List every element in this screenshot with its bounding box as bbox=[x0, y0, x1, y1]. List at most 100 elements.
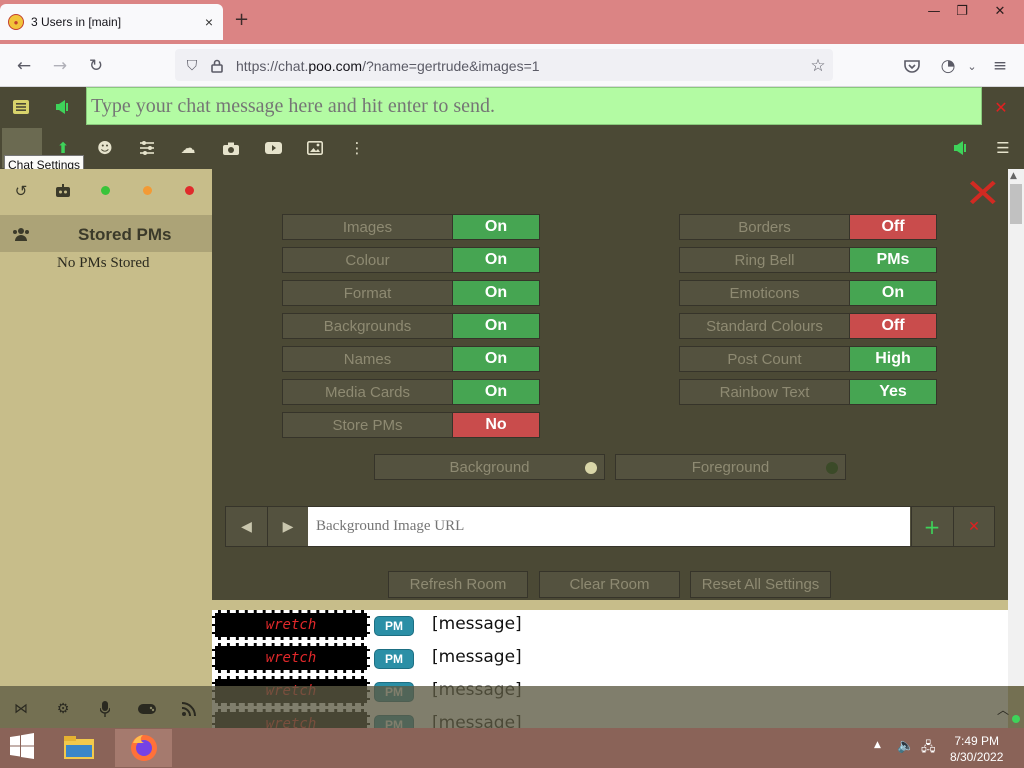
shield-icon[interactable]: ⛉ bbox=[180, 54, 204, 78]
status-orange-dot[interactable] bbox=[143, 186, 152, 195]
camera-icon[interactable] bbox=[220, 137, 242, 159]
setting-label: Rainbow Text bbox=[680, 380, 850, 404]
background-color-button[interactable]: Background bbox=[374, 454, 605, 480]
setting-toggle[interactable]: On bbox=[453, 380, 539, 404]
status-red-dot[interactable] bbox=[185, 186, 194, 195]
setting-toggle[interactable]: Yes bbox=[850, 380, 936, 404]
rss-icon[interactable] bbox=[178, 698, 200, 720]
clear-input-icon[interactable]: ✕ bbox=[990, 96, 1012, 118]
history-icon[interactable]: ↺ bbox=[10, 180, 32, 202]
lock-icon[interactable] bbox=[205, 54, 229, 78]
cloud-upload-icon[interactable]: ☁ bbox=[177, 137, 199, 159]
clock-time: 7:49 PM bbox=[954, 734, 1000, 748]
scrollbar[interactable] bbox=[1008, 169, 1024, 686]
hamburger-menu-icon[interactable]: ☰ bbox=[992, 137, 1014, 159]
next-background-button[interactable]: ▶ bbox=[267, 507, 308, 546]
remove-background-button[interactable]: ✕ bbox=[953, 507, 994, 546]
reload-icon[interactable]: ↻ bbox=[84, 54, 108, 78]
back-icon[interactable]: ← bbox=[12, 54, 36, 78]
gear-icon[interactable]: ⚙ bbox=[52, 698, 74, 720]
setting-row[interactable]: Post Count High bbox=[679, 346, 937, 372]
background-color-label: Background bbox=[449, 458, 530, 476]
setting-row[interactable]: Rainbow Text Yes bbox=[679, 379, 937, 405]
pocket-icon[interactable] bbox=[900, 54, 924, 78]
status-green-dot[interactable] bbox=[101, 186, 110, 195]
setting-row[interactable]: Names On bbox=[282, 346, 540, 372]
scroll-up-icon[interactable]: ▲ bbox=[1010, 171, 1017, 181]
setting-toggle[interactable]: On bbox=[453, 248, 539, 272]
message-username[interactable]: wretch bbox=[212, 643, 370, 673]
foreground-color-button[interactable]: Foreground bbox=[615, 454, 846, 480]
setting-row[interactable]: Store PMs No bbox=[282, 412, 540, 438]
setting-row[interactable]: Ring Bell PMs bbox=[679, 247, 937, 273]
clear-room-button[interactable]: Clear Room bbox=[539, 571, 680, 598]
setting-toggle[interactable]: PMs bbox=[850, 248, 936, 272]
share-icon[interactable]: ⋈ bbox=[10, 698, 32, 720]
empty-pms-text: No PMs Stored bbox=[57, 255, 150, 271]
forward-icon[interactable]: → bbox=[48, 54, 72, 78]
tab-close-icon[interactable]: × bbox=[203, 14, 215, 30]
microphone-icon[interactable] bbox=[94, 698, 116, 720]
setting-toggle[interactable]: Off bbox=[850, 314, 936, 338]
browser-tab[interactable]: ● 3 Users in [main] × bbox=[0, 4, 223, 40]
setting-row[interactable]: Borders Off bbox=[679, 214, 937, 240]
tray-chevron-icon[interactable]: ▲ bbox=[874, 740, 881, 750]
add-background-button[interactable]: + bbox=[911, 507, 952, 546]
sound-icon[interactable] bbox=[950, 137, 972, 159]
volume-muted-icon[interactable]: 🔈 bbox=[897, 738, 914, 754]
windows-start-icon[interactable] bbox=[8, 733, 44, 763]
restore-button[interactable]: ❐ bbox=[944, 0, 980, 22]
bell-icon[interactable] bbox=[52, 96, 74, 118]
setting-toggle[interactable]: On bbox=[453, 215, 539, 239]
sliders-icon[interactable] bbox=[136, 137, 158, 159]
more-vertical-icon[interactable]: ⋮ bbox=[346, 137, 368, 159]
setting-row[interactable]: Colour On bbox=[282, 247, 540, 273]
setting-label: Format bbox=[283, 281, 453, 305]
robot-icon[interactable] bbox=[52, 180, 74, 202]
tab-favicon-icon: ● bbox=[8, 14, 24, 30]
system-clock[interactable]: 7:49 PM 8/30/2022 bbox=[950, 733, 1003, 765]
setting-toggle[interactable]: On bbox=[453, 347, 539, 371]
settings-close-icon[interactable]: ✕ bbox=[964, 174, 1001, 214]
setting-toggle[interactable]: On bbox=[850, 281, 936, 305]
setting-label: Store PMs bbox=[283, 413, 453, 437]
refresh-room-button[interactable]: Refresh Room bbox=[388, 571, 528, 598]
setting-row[interactable]: Standard Colours Off bbox=[679, 313, 937, 339]
image-icon[interactable] bbox=[304, 137, 326, 159]
setting-label: Borders bbox=[680, 215, 850, 239]
network-icon[interactable]: 🖧 bbox=[921, 738, 936, 760]
pm-button[interactable]: PM bbox=[374, 649, 414, 669]
setting-row[interactable]: Format On bbox=[282, 280, 540, 306]
youtube-icon[interactable] bbox=[262, 137, 284, 159]
message-username[interactable]: wretch bbox=[212, 610, 370, 640]
setting-toggle[interactable]: No bbox=[453, 413, 539, 437]
list-icon[interactable] bbox=[10, 96, 32, 118]
prev-background-button[interactable]: ◀ bbox=[226, 507, 267, 546]
app-menu-icon[interactable]: ≡ bbox=[988, 54, 1012, 78]
pm-button[interactable]: PM bbox=[374, 616, 414, 636]
scrollbar-thumb[interactable] bbox=[1010, 184, 1022, 224]
background-color-swatch bbox=[585, 462, 597, 474]
emoticon-icon[interactable]: ☻ bbox=[94, 137, 116, 159]
background-url-input[interactable] bbox=[308, 507, 910, 546]
chevron-down-icon[interactable]: ⌄ bbox=[960, 54, 984, 78]
new-tab-button[interactable]: + bbox=[234, 9, 249, 30]
reset-all-settings-button[interactable]: Reset All Settings bbox=[690, 571, 831, 598]
setting-toggle[interactable]: Off bbox=[850, 215, 936, 239]
account-icon[interactable]: ◔ bbox=[936, 54, 960, 78]
file-explorer-icon[interactable] bbox=[62, 733, 98, 763]
setting-toggle[interactable]: On bbox=[453, 281, 539, 305]
setting-row[interactable]: Media Cards On bbox=[282, 379, 540, 405]
window-close-button[interactable]: ✕ bbox=[980, 0, 1020, 22]
setting-toggle[interactable]: High bbox=[850, 347, 936, 371]
setting-label: Post Count bbox=[680, 347, 850, 371]
setting-row[interactable]: Images On bbox=[282, 214, 540, 240]
firefox-taskbar-button[interactable] bbox=[115, 729, 172, 767]
setting-toggle[interactable]: On bbox=[453, 314, 539, 338]
bookmark-star-icon[interactable]: ☆ bbox=[806, 54, 830, 78]
setting-row[interactable]: Emoticons On bbox=[679, 280, 937, 306]
gamepad-icon[interactable] bbox=[136, 698, 158, 720]
setting-row[interactable]: Backgrounds On bbox=[282, 313, 540, 339]
chat-message-input[interactable] bbox=[86, 87, 982, 125]
chevron-up-icon[interactable]: ︿ bbox=[992, 698, 1014, 720]
